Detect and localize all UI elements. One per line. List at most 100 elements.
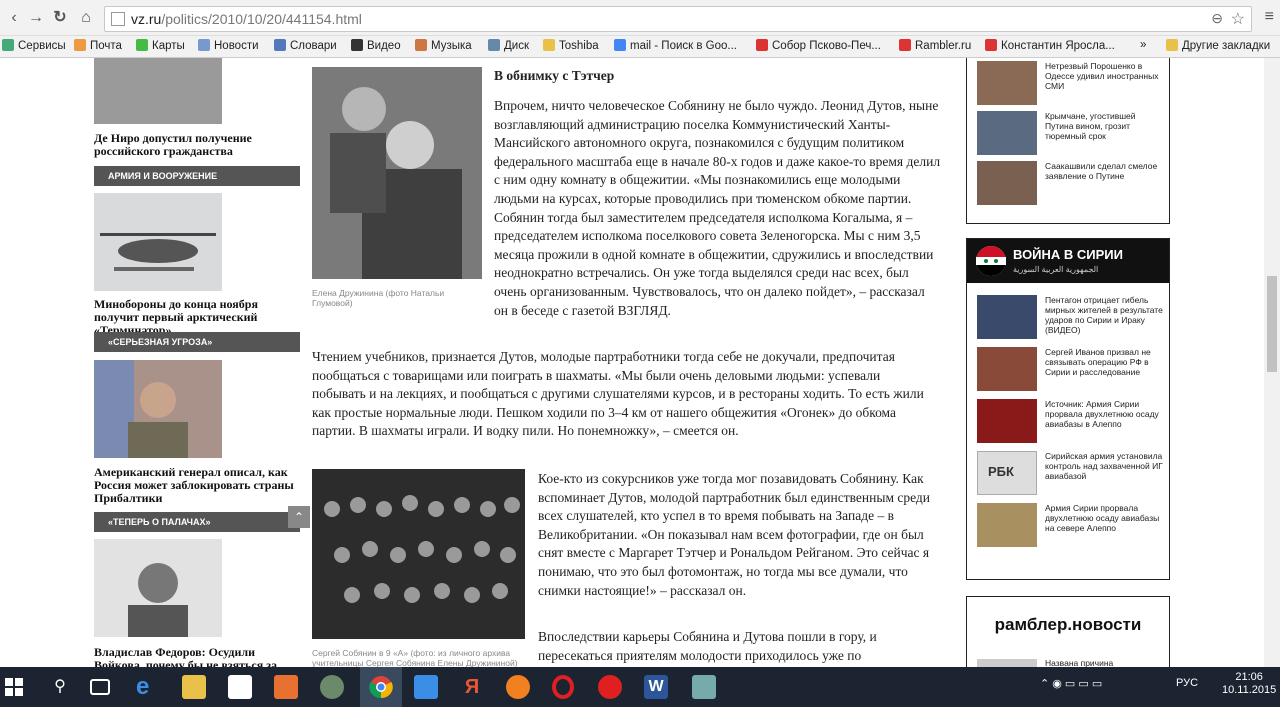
bookmark-overflow-icon[interactable]: » <box>1140 39 1146 51</box>
syria-news-item[interactable]: Пентагон отрицает гибель мирных жителей … <box>977 295 1163 341</box>
bookmark-konstantin[interactable]: Константин Яросла... <box>985 39 1115 52</box>
deniro-thumb[interactable] <box>94 58 222 124</box>
yandex-icon[interactable]: Я <box>460 675 484 699</box>
artillery-thumb <box>977 503 1037 547</box>
bookmark-video[interactable]: Видео <box>351 39 401 52</box>
rubric-executioners[interactable]: «ТЕПЕРЬ О ПАЛАЧАХ» <box>94 512 300 532</box>
photo-caption-2: Сергей Собянин в 9 «А» (фото: из личного… <box>312 648 518 667</box>
general-thumb[interactable] <box>94 360 222 458</box>
rambler-title[interactable]: рамблер.новости <box>967 615 1169 635</box>
syria-news-item[interactable]: Сергей Иванов призвал не связывать опера… <box>977 347 1163 393</box>
windows-start-icon[interactable] <box>4 677 24 697</box>
store-icon[interactable] <box>228 675 252 699</box>
bookmark-rambler[interactable]: Rambler.ru <box>899 39 971 52</box>
article-paragraph-4: Впоследствии карьеры Собянина и Дутова п… <box>538 629 877 663</box>
bookmark-sobor[interactable]: Собор Псково-Печ... <box>756 39 881 52</box>
edge-icon[interactable]: e <box>136 675 160 699</box>
browser-toolbar: ‹ → ↻ ⌂ vz.ru/politics/2010/10/20/441154… <box>0 0 1280 36</box>
chrome-taskbar-button[interactable] <box>360 667 402 707</box>
article-paragraph-3: Кое-кто из сокурсников уже тогда мог поз… <box>538 471 931 598</box>
zoom-icon[interactable]: ⊖ <box>1211 10 1223 27</box>
mail-icon[interactable] <box>414 675 438 699</box>
fedorov-thumb[interactable] <box>94 539 222 637</box>
general-image <box>94 360 222 458</box>
rambler-item[interactable]: Названа причина <box>1045 658 1113 667</box>
bookmark-toshiba[interactable]: Toshiba <box>543 39 599 52</box>
article-paragraph-1: Впрочем, ничто человеческое Собянину не … <box>494 98 941 318</box>
reload-icon[interactable]: ↻ <box>50 8 70 28</box>
paint-icon[interactable] <box>692 675 716 699</box>
saakashvili-thumb <box>977 161 1037 205</box>
syria-war-box: ВОЙНА В СИРИИ الجمهورية العربية السورية … <box>966 238 1170 580</box>
yandex-browser-icon[interactable] <box>598 675 622 699</box>
top-news-box: Нетрезвый Порошенко в Одессе удивил инос… <box>966 58 1170 224</box>
language-indicator[interactable]: РУС <box>1176 677 1198 689</box>
syria-news-item[interactable]: Армия Сирии прорвала двухлетнюю осаду ав… <box>977 503 1163 549</box>
class-image <box>312 469 525 639</box>
rubric-threat[interactable]: «СЕРЬЕЗНАЯ УГРОЗА» <box>94 332 300 352</box>
right-news-item[interactable]: Нетрезвый Порошенко в Одессе удивил инос… <box>977 61 1163 107</box>
search-icon[interactable]: ⚲ <box>48 675 72 699</box>
ivanov-thumb <box>977 347 1037 391</box>
word-icon[interactable]: W <box>644 675 668 699</box>
druzhinina-photo <box>312 67 482 279</box>
rbc-logo-icon: РБК <box>977 451 1037 495</box>
forward-icon[interactable]: → <box>26 8 46 28</box>
rambler-news-box: рамблер.новости Названа причина <box>966 596 1170 667</box>
odnoklassniki-icon[interactable] <box>506 675 530 699</box>
poroshenko-thumb <box>977 61 1037 105</box>
druzhinina-image <box>312 67 482 279</box>
fedorov-image <box>94 539 222 637</box>
bookmark-google-search[interactable]: mail - Поиск в Goo... <box>614 39 737 52</box>
bookmark-other[interactable]: Другие закладки <box>1166 39 1270 52</box>
article-paragraph-2: Чтением учебников, признается Дутов, мол… <box>312 349 924 439</box>
scrollbar-thumb[interactable] <box>1267 276 1277 372</box>
page-viewport: Де Ниро допустил получение российского г… <box>0 58 1280 667</box>
putin-thumb <box>977 111 1037 155</box>
right-news-item[interactable]: Саакашвили сделал смелое заявление о Пут… <box>977 161 1163 207</box>
url-text: vz.ru/politics/2010/10/20/441154.html <box>131 11 362 27</box>
syria-news-item[interactable]: РБК Сирийская армия установила контроль н… <box>977 451 1163 497</box>
syria-title: ВОЙНА В СИРИИ <box>1013 247 1123 262</box>
rubric-army[interactable]: АРМИЯ И ВООРУЖЕНИЕ <box>94 166 300 186</box>
bookmark-dictionaries[interactable]: Словари <box>274 39 337 52</box>
app-icon[interactable] <box>320 675 344 699</box>
tray-icons[interactable]: ⌃ ◉ ▭ ▭ ▭ <box>1040 677 1102 690</box>
bookmark-news[interactable]: Новости <box>198 39 259 52</box>
home-icon[interactable]: ⌂ <box>76 8 96 28</box>
taskbar: ⚲ e Я W ⌃ ◉ ▭ ▭ ▭ РУС 21:06 10.11.2015 <box>0 667 1280 707</box>
page-icon <box>111 12 125 26</box>
article-subhead: В обнимку с Тэтчер <box>494 68 615 83</box>
back-icon[interactable]: ‹ <box>4 8 24 28</box>
syria-flag-icon <box>976 246 1006 276</box>
menu-icon[interactable]: ≡ <box>1265 8 1274 26</box>
bookmark-star-icon[interactable]: ☆ <box>1231 9 1245 29</box>
file-explorer-icon[interactable] <box>182 675 206 699</box>
bookmark-music[interactable]: Музыка <box>415 39 472 52</box>
syria-header[interactable]: ВОЙНА В СИРИИ الجمهورية العربية السورية <box>967 239 1169 283</box>
page-scrollbar[interactable] <box>1264 58 1280 667</box>
media-player-icon[interactable] <box>274 675 298 699</box>
address-bar[interactable]: vz.ru/politics/2010/10/20/441154.html ⊖ … <box>104 6 1252 32</box>
class-photo <box>312 469 525 639</box>
clock[interactable]: 21:06 10.11.2015 <box>1222 671 1276 697</box>
syria-news-item[interactable]: Источник: Армия Сирии прорвала двухлетню… <box>977 399 1163 445</box>
left-headline-3[interactable]: Американский генерал описал, как Россия … <box>94 466 304 505</box>
left-headline-4[interactable]: Владислав Федоров: Осудили Войкова, поче… <box>94 646 304 668</box>
pentagon-thumb <box>977 295 1037 339</box>
photo-caption-1: Елена Дружинина (фото Натальи Глумовой) <box>312 288 445 308</box>
helicopter-thumb[interactable] <box>94 193 222 291</box>
left-headline-1[interactable]: Де Ниро допустил получение российского г… <box>94 132 304 158</box>
bookmark-disk[interactable]: Диск <box>488 39 529 52</box>
bookmark-maps[interactable]: Карты <box>136 39 185 52</box>
right-news-item[interactable]: Крымчане, угостившей Путина вином, грози… <box>977 111 1163 157</box>
rambler-thumb <box>977 659 1037 667</box>
bookmark-mail[interactable]: Почта <box>74 39 122 52</box>
scroll-up-button[interactable]: ⌃ <box>288 506 310 528</box>
opera-icon[interactable] <box>552 675 574 699</box>
page: Де Ниро допустил получение российского г… <box>84 58 1180 667</box>
task-view-icon[interactable] <box>90 679 110 695</box>
breaking-news-thumb <box>977 399 1037 443</box>
syria-subtitle: الجمهورية العربية السورية <box>1013 265 1099 274</box>
bookmark-services[interactable]: Сервисы <box>2 39 66 52</box>
